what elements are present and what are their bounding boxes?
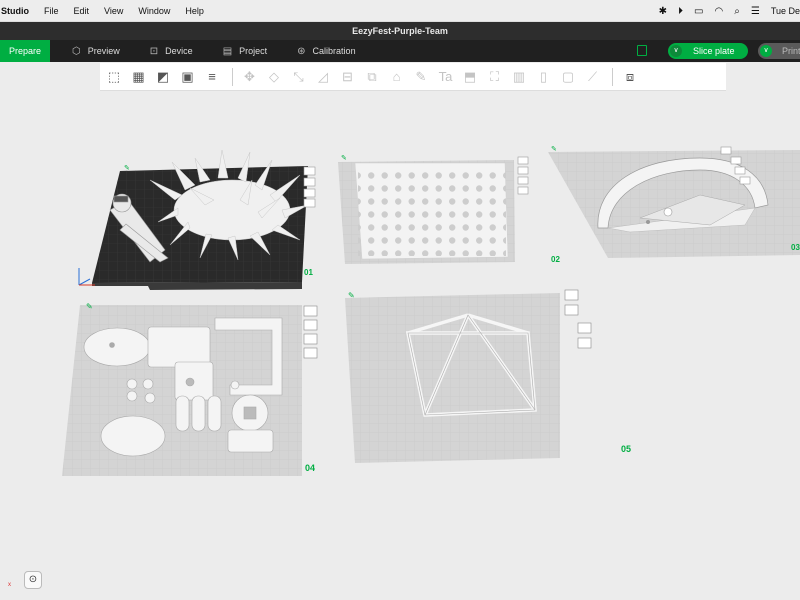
boolean-icon[interactable]: ⧉	[361, 66, 383, 88]
menu-app-name[interactable]: Studio	[1, 6, 29, 16]
seam-paint-icon[interactable]: ✎	[410, 66, 432, 88]
assembly-icon[interactable]: ⛶	[484, 66, 506, 88]
battery-icon[interactable]: ▭	[694, 6, 703, 17]
toolbar-divider	[231, 67, 233, 86]
tab-preview-label: Preview	[87, 46, 120, 56]
device-icon: ⊡	[149, 45, 159, 57]
fuzzy-skin-icon[interactable]: ▢	[557, 66, 579, 88]
view-explode-icon[interactable]: ⧈	[619, 66, 641, 88]
axis-x-icon: x	[8, 582, 11, 588]
project-icon: ▤	[222, 45, 233, 57]
plate-05-controls[interactable]	[564, 289, 592, 349]
3d-viewport[interactable]: 01 ✎ 02 ✎ 03 ✎ 04 ✎ 05 ✎	[0, 91, 800, 600]
plate-03[interactable]: 03 ✎	[548, 146, 800, 258]
measure-icon[interactable]: ⬒	[459, 66, 481, 88]
calibration-icon: ⊛	[297, 45, 306, 57]
plate-05-edit-icon[interactable]: ✎	[348, 291, 355, 300]
plate-04-number: 04	[305, 463, 315, 473]
plate-05-number: 05	[621, 444, 631, 454]
split-layers-icon[interactable]: ≡	[201, 66, 223, 88]
cut-icon[interactable]: ⊟	[337, 66, 359, 88]
plate-settings-icon[interactable]	[637, 45, 647, 56]
menu-help[interactable]: Help	[185, 6, 204, 16]
tab-device[interactable]: ⊡ Device	[150, 46, 193, 57]
plate-03-edit-icon[interactable]: ✎	[551, 146, 557, 153]
tab-preview[interactable]: ⬡ Preview	[72, 46, 120, 57]
cube-icon: ⬡	[72, 45, 81, 57]
tab-project-label: Project	[239, 46, 268, 56]
plate-02-number: 02	[551, 255, 560, 264]
brim-ears-icon[interactable]: ▯	[533, 66, 555, 88]
window-title: EezyFest-Purple-Team	[0, 22, 800, 40]
print-plate-button[interactable]: ∨ Print	[758, 43, 800, 59]
print-dropdown-icon[interactable]: ∨	[760, 45, 772, 57]
plate-02[interactable]: 02 ✎	[338, 155, 560, 264]
plate-02-edit-icon[interactable]: ✎	[341, 155, 347, 162]
wifi-icon[interactable]: ◠	[715, 6, 724, 17]
add-plate-icon[interactable]: ▦	[128, 66, 150, 88]
control-center-icon[interactable]: ☰	[751, 6, 760, 17]
toolbar-divider-2	[612, 67, 613, 86]
plate-01[interactable]: 01 ✎	[78, 149, 316, 290]
object-toolbar: ⬚ ▦ ◩ ▣ ≡ ✥ ◇ ⤡ ◿ ⊟ ⧉ ⌂ ✎ Ta ⬒ ⛶ ▥ ▯ ▢ ⟋…	[100, 63, 726, 91]
variable-layer-icon[interactable]: ▥	[508, 66, 530, 88]
plate-01-edit-icon[interactable]: ✎	[124, 165, 130, 172]
zoom-fit-icon[interactable]: ⊙	[24, 571, 42, 589]
tab-project[interactable]: ▤ Project	[223, 46, 267, 57]
plate-05[interactable]: 05 ✎	[345, 289, 631, 463]
slice-plate-button[interactable]: ∨ Slice plate	[668, 43, 748, 59]
slice-dropdown-icon[interactable]: ∨	[670, 45, 682, 57]
support-paint-icon[interactable]: ⌂	[386, 66, 408, 88]
bluetooth-icon[interactable]: ✱	[659, 6, 667, 17]
media-play-icon[interactable]: ⏵	[678, 6, 683, 17]
arrange-icon[interactable]: ▣	[177, 66, 199, 88]
slice-plate-label: Slice plate	[693, 46, 735, 56]
lay-on-face-icon[interactable]: ◿	[312, 66, 334, 88]
tab-calibration-label: Calibration	[312, 46, 356, 56]
tab-device-label: Device	[165, 46, 193, 56]
ruler-icon[interactable]: ⟋	[582, 66, 604, 88]
tab-prepare[interactable]: Prepare	[0, 40, 51, 62]
plate-01-number: 01	[304, 268, 313, 277]
menu-clock[interactable]: Tue De	[771, 6, 800, 16]
tab-calibration[interactable]: ⊛ Calibration	[297, 46, 355, 57]
plate-03-number: 03	[791, 243, 800, 252]
print-label: Print	[782, 46, 800, 56]
plate-02-controls[interactable]	[517, 156, 529, 195]
menu-file[interactable]: File	[44, 6, 59, 16]
text-icon[interactable]: Ta	[435, 66, 457, 88]
scale-icon[interactable]: ⤡	[288, 66, 310, 88]
add-object-icon[interactable]: ⬚	[103, 66, 125, 88]
rotate-icon[interactable]: ◇	[263, 66, 285, 88]
plate-04-controls[interactable]	[303, 305, 318, 359]
move-icon[interactable]: ✥	[239, 66, 261, 88]
menu-view[interactable]: View	[104, 6, 123, 16]
menu-edit[interactable]: Edit	[74, 6, 90, 16]
plate-04-edit-icon[interactable]: ✎	[86, 302, 93, 311]
search-icon[interactable]: ⌕	[734, 6, 740, 17]
menu-bar: Studio File Edit View Window Help ✱ ⏵ ▭ …	[0, 0, 800, 22]
auto-orient-icon[interactable]: ◩	[152, 66, 174, 88]
plate-04[interactable]: 04 ✎	[62, 302, 318, 476]
menu-window[interactable]: Window	[138, 6, 170, 16]
pegboard-model[interactable]	[354, 162, 509, 260]
